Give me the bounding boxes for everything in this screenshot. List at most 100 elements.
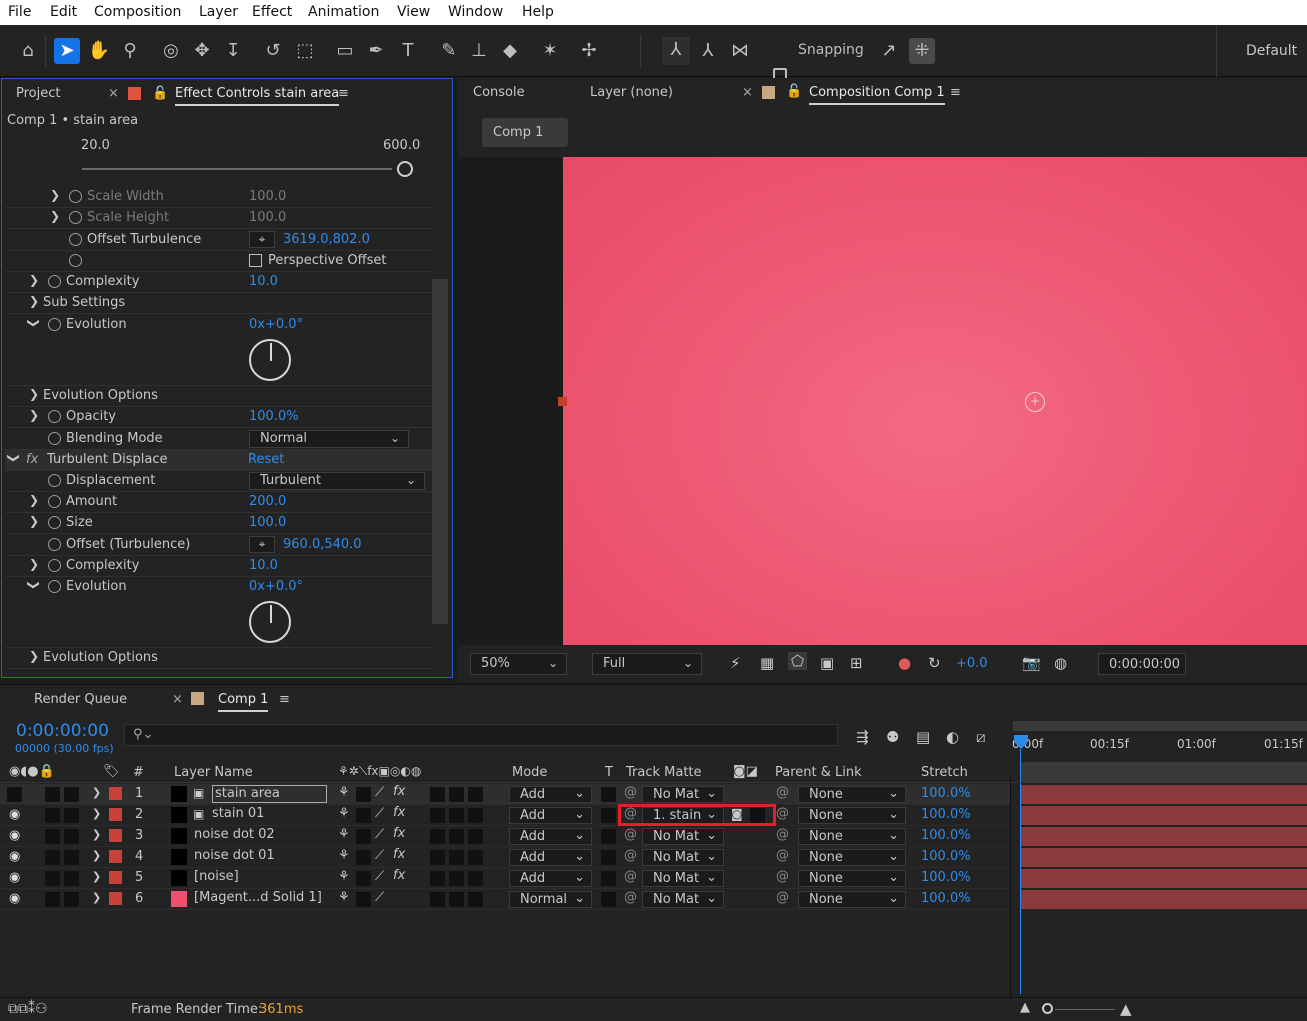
lock-toggle[interactable] [64,829,79,844]
frame-blending-icon[interactable]: ▤ [916,728,930,746]
snap-options-icon[interactable]: ↗ [876,38,902,64]
quality-switch-icon[interactable]: ⟋ [375,806,384,821]
layer-handle[interactable] [558,397,567,406]
collapse-switch[interactable] [356,871,371,886]
snapshot-icon[interactable]: 📷 [1022,654,1041,672]
lock-toggle[interactable] [64,871,79,886]
selection-tool-icon[interactable]: ➤ [54,38,80,64]
layer-label-color[interactable] [109,808,122,821]
fx-icon[interactable]: fx [393,826,405,841]
parent-pickwhip-icon[interactable]: @ [776,890,789,905]
parent-pickwhip-icon[interactable]: @ [776,827,789,842]
perspective-offset-checkbox[interactable] [249,254,262,267]
collapse-switch[interactable] [356,850,371,865]
layer-row[interactable]: ❯ 1 ▣ stain area ⚘ ⟋ fx Add ⌄ @ No Mat ⌄ @ None ⌄ 100.0… [0,784,1010,805]
layer-name[interactable]: stain 01 [212,806,264,821]
panel-menu-icon[interactable]: ≡ [338,86,349,101]
layer-name[interactable]: [noise] [194,869,239,884]
pan-behind-icon[interactable]: ⬚ [292,38,318,64]
lock-icon[interactable]: 🔓 [152,86,168,101]
stretch-value[interactable]: 100.0% [921,807,971,822]
anchor-point-icon[interactable]: + [1025,392,1045,412]
menu-effect[interactable]: Effect [252,4,292,20]
eraser-tool-icon[interactable]: ◆ [497,38,523,64]
shy-switch-icon[interactable]: ⚘ [338,848,350,863]
tab-comp-1[interactable]: Comp 1 [218,692,269,712]
layer-row[interactable]: ◉ ❯ 6 [Magent...d Solid 1] ⚘ ⟋ Normal ⌄ @ No Mat ⌄… [0,889,1010,910]
quality-switch-icon[interactable]: ⟋ [375,785,384,800]
tab-render-queue[interactable]: Render Queue [34,692,127,707]
shy-layers-icon[interactable]: ⚉ [886,728,899,746]
layer-search-input[interactable]: ⚲⌄ [124,724,838,746]
label-tag-icon[interactable]: 🏷 [103,764,120,779]
mode-dropdown[interactable]: Add ⌄ [509,807,592,824]
mode-dropdown[interactable]: Add ⌄ [509,870,592,887]
close-icon[interactable]: × [108,86,119,101]
zoom-slider-track[interactable] [1055,1009,1115,1010]
expand-arrow-icon[interactable]: ❯ [92,891,101,904]
layer-duration-bar[interactable] [1021,806,1307,825]
evolution-dial[interactable] [249,339,291,381]
eye-icon[interactable]: ◉ [9,849,20,864]
grid-guides-icon[interactable]: ⊞ [850,654,863,672]
eye-icon[interactable]: ◉ [9,870,20,885]
preserve-transparency[interactable] [601,892,616,907]
solo-toggle[interactable] [45,787,60,802]
solo-toggle[interactable] [45,829,60,844]
motion-blur-switch[interactable] [430,871,445,886]
reset-link[interactable]: Reset [248,452,284,467]
stretch-value[interactable]: 100.0% [921,870,971,885]
fx-icon[interactable]: fx [393,868,405,883]
eye-icon[interactable]: ◉ [9,828,20,843]
tab-composition[interactable]: Composition Comp 1 [809,85,945,105]
timeline-current-time[interactable]: 0:00:00:00 [16,721,109,741]
layer-name[interactable]: stain area [212,785,327,803]
track-matte-dropdown[interactable]: No Mat ⌄ [642,786,724,803]
mode-dropdown[interactable]: Normal ⌄ [509,891,592,908]
expand-arrow-icon[interactable]: ❯ [92,849,101,862]
puppet-pin-icon[interactable]: ✢ [576,38,602,64]
dolly-camera-icon[interactable]: ↧ [220,38,246,64]
expand-arrow-icon[interactable]: ❯ [92,786,101,799]
parent-pickwhip-icon[interactable]: @ [776,848,789,863]
fx-icon[interactable]: fx [26,452,38,467]
layer-row[interactable]: ◉ ❯ 2 ▣ stain 01 ⚘ ⟋ fx Add ⌄ @1. stain ⌄ ◙ @ None ⌄ 100… [0,804,1010,826]
lock-toggle[interactable] [64,808,79,823]
parent-pickwhip-icon[interactable]: @ [776,869,789,884]
lock-toggle[interactable] [64,850,79,865]
world-axis-icon[interactable]: ⅄ [695,38,721,64]
transparency-grid-icon[interactable]: ▦ [760,654,774,672]
panel-menu-icon[interactable]: ≡ [279,692,290,707]
rectangle-tool-icon[interactable]: ▭ [332,38,358,64]
effect-turbulent-displace[interactable]: ❯ fx Turbulent Displace Reset [5,450,432,471]
motion-blur-switch[interactable] [430,850,445,865]
parent-dropdown[interactable]: None ⌄ [798,870,906,887]
pickwhip-icon[interactable]: @ [624,848,637,863]
menu-animation[interactable]: Animation [308,4,379,20]
resolution-dropdown[interactable]: Full ⌄ [592,653,702,675]
stretch-value[interactable]: 100.0% [921,891,971,906]
crosshair-icon[interactable]: ⌖ [249,536,275,553]
collapse-switch[interactable] [356,892,371,907]
solo-toggle[interactable] [45,808,60,823]
zoom-out-icon[interactable]: ▲ [1020,1000,1030,1015]
displacement-dropdown[interactable]: Turbulent ⌄ [249,472,425,490]
crosshair-icon[interactable]: ⌖ [249,231,275,248]
clone-stamp-icon[interactable]: ⊥ [466,38,492,64]
close-icon[interactable]: × [172,692,183,707]
preserve-transparency[interactable] [601,829,616,844]
shy-switch-icon[interactable]: ⚘ [338,806,350,821]
tab-project[interactable]: Project [16,86,60,101]
hand-tool-icon[interactable]: ✋ [86,38,112,64]
exposure-value[interactable]: +0.0 [956,656,988,671]
zoom-tool-icon[interactable]: ⚲ [117,38,143,64]
panel-menu-icon[interactable]: ≡ [950,85,961,100]
mask-visibility-icon[interactable]: ⬠ [788,652,808,670]
parent-dropdown[interactable]: None ⌄ [798,891,906,908]
home-icon[interactable]: ⌂ [15,38,41,64]
3d-switch[interactable] [468,871,483,886]
orbit-camera-icon[interactable]: ◎ [158,38,184,64]
fx-icon[interactable]: fx [393,784,405,799]
layer-row[interactable]: ◉ ❯ 3 noise dot 02 ⚘ ⟋ fx Add ⌄ @ No Mat ⌄ @ None ⌄ 100… [0,826,1010,847]
fx-icon[interactable]: fx [393,847,405,862]
